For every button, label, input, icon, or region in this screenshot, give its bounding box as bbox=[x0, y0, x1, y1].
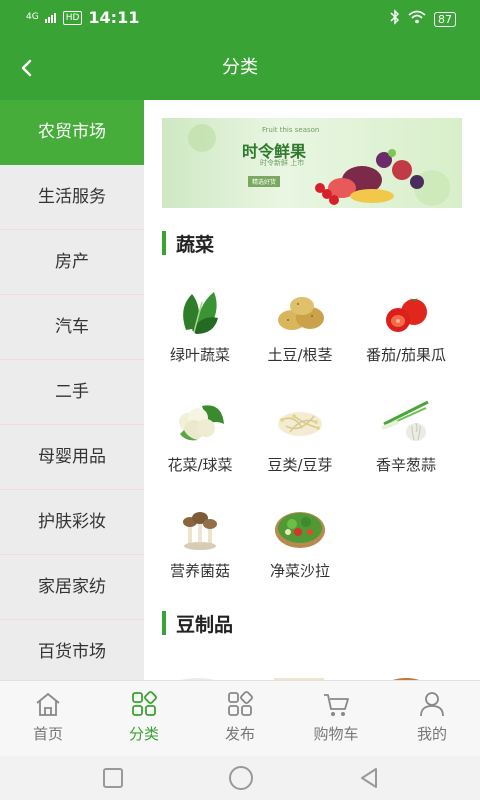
bluetooth-icon bbox=[390, 9, 400, 29]
sidebar-item-farmers-market[interactable]: 农贸市场 bbox=[0, 100, 144, 165]
category-label: 番茄/茄果瓜 bbox=[365, 346, 447, 364]
tab-label: 首页 bbox=[32, 725, 63, 743]
category-scallion-garlic[interactable]: 香辛葱蒜 bbox=[350, 394, 462, 475]
recent-apps-button[interactable] bbox=[102, 767, 124, 793]
category-sidebar: 农贸市场 生活服务 房产 汽车 二手 母婴用品 护肤彩妆 家居家纺 百货市场 bbox=[0, 100, 144, 680]
sidebar-item-baby-products[interactable]: 母婴用品 bbox=[0, 425, 144, 490]
tomato-icon bbox=[386, 298, 427, 332]
banner-tag: 精选好货 bbox=[248, 176, 281, 187]
bottom-tab-bar: 首页 分类 发布 购物车 我的 bbox=[0, 680, 480, 756]
section-title-soy-products: 豆制品 bbox=[162, 610, 233, 637]
category-label: 营养菌菇 bbox=[169, 562, 230, 580]
category-potato-roots[interactable]: 土豆/根茎 bbox=[244, 284, 356, 365]
status-bar: 4G HD 14:11 87 bbox=[0, 0, 480, 36]
tab-label: 分类 bbox=[128, 725, 159, 743]
tab-me[interactable]: 我的 bbox=[384, 681, 480, 756]
sidebar-item-second-hand[interactable]: 二手 bbox=[0, 360, 144, 425]
section-title-vegetables: 蔬菜 bbox=[162, 230, 214, 257]
cart-icon bbox=[324, 694, 349, 716]
category-cauliflower-cabbage[interactable]: 花菜/球菜 bbox=[144, 394, 256, 475]
mushroom-icon bbox=[183, 512, 217, 550]
category-leafy-greens[interactable]: 绿叶蔬菜 bbox=[144, 284, 256, 365]
back-arrow-icon[interactable] bbox=[14, 54, 42, 82]
banner-tagline: 时令新鲜 上市 bbox=[260, 159, 305, 167]
tab-label: 我的 bbox=[416, 725, 447, 743]
category-icon bbox=[132, 691, 157, 716]
category-salad[interactable]: 净菜沙拉 bbox=[244, 500, 356, 581]
signal-icon bbox=[44, 8, 57, 27]
tab-label: 购物车 bbox=[313, 725, 359, 743]
tab-cart[interactable]: 购物车 bbox=[288, 681, 384, 756]
network-indicator: 4G bbox=[26, 12, 39, 22]
tab-publish[interactable]: 发布 bbox=[192, 681, 288, 756]
potato-icon bbox=[278, 297, 324, 330]
hd-badge: HD bbox=[62, 10, 83, 25]
cauliflower-icon bbox=[179, 405, 224, 441]
app-bar: 分类 bbox=[0, 36, 480, 100]
page-title: 分类 bbox=[222, 57, 258, 78]
category-mushrooms[interactable]: 营养菌菇 bbox=[144, 500, 256, 581]
status-time: 14:11 bbox=[88, 8, 140, 27]
scallion-garlic-icon bbox=[381, 400, 429, 441]
sidebar-item-home-textiles[interactable]: 家居家纺 bbox=[0, 555, 144, 620]
publish-icon bbox=[228, 691, 253, 716]
sidebar-item-cars[interactable]: 汽车 bbox=[0, 295, 144, 360]
home-button[interactable] bbox=[228, 765, 254, 795]
category-content: 时令鲜果 Fruit this season 时令新鲜 上市 精选好货 蔬菜 绿… bbox=[144, 100, 480, 680]
sidebar-item-life-services[interactable]: 生活服务 bbox=[0, 165, 144, 230]
sidebar-item-real-estate[interactable]: 房产 bbox=[0, 230, 144, 295]
tab-category[interactable]: 分类 bbox=[96, 681, 192, 756]
soy-products-preview bbox=[180, 678, 420, 680]
category-tomato-fruit-veg[interactable]: 番茄/茄果瓜 bbox=[350, 284, 462, 365]
user-icon bbox=[420, 692, 444, 717]
category-label: 净菜沙拉 bbox=[269, 562, 330, 580]
category-label: 绿叶蔬菜 bbox=[169, 346, 230, 364]
tab-home[interactable]: 首页 bbox=[0, 681, 96, 756]
seasonal-fruit-banner[interactable]: 时令鲜果 Fruit this season 时令新鲜 上市 精选好货 bbox=[162, 118, 462, 208]
sidebar-item-general-market[interactable]: 百货市场 bbox=[0, 620, 144, 680]
salad-icon bbox=[275, 512, 325, 548]
category-label: 豆类/豆芽 bbox=[267, 456, 333, 474]
category-beans-sprouts[interactable]: 豆类/豆芽 bbox=[244, 394, 356, 475]
bean-sprout-icon bbox=[278, 412, 322, 436]
leafy-greens-icon bbox=[183, 292, 218, 334]
tab-label: 发布 bbox=[224, 725, 255, 743]
sidebar-item-skincare-makeup[interactable]: 护肤彩妆 bbox=[0, 490, 144, 555]
wifi-icon bbox=[408, 10, 426, 28]
back-button[interactable] bbox=[358, 767, 380, 793]
category-label: 香辛葱蒜 bbox=[375, 456, 436, 474]
category-label: 花菜/球菜 bbox=[167, 456, 233, 474]
home-icon bbox=[36, 692, 60, 716]
system-nav-bar bbox=[0, 756, 480, 800]
category-label: 土豆/根茎 bbox=[267, 346, 333, 364]
battery-indicator: 87 bbox=[434, 11, 456, 27]
banner-subtitle: Fruit this season bbox=[262, 126, 320, 134]
